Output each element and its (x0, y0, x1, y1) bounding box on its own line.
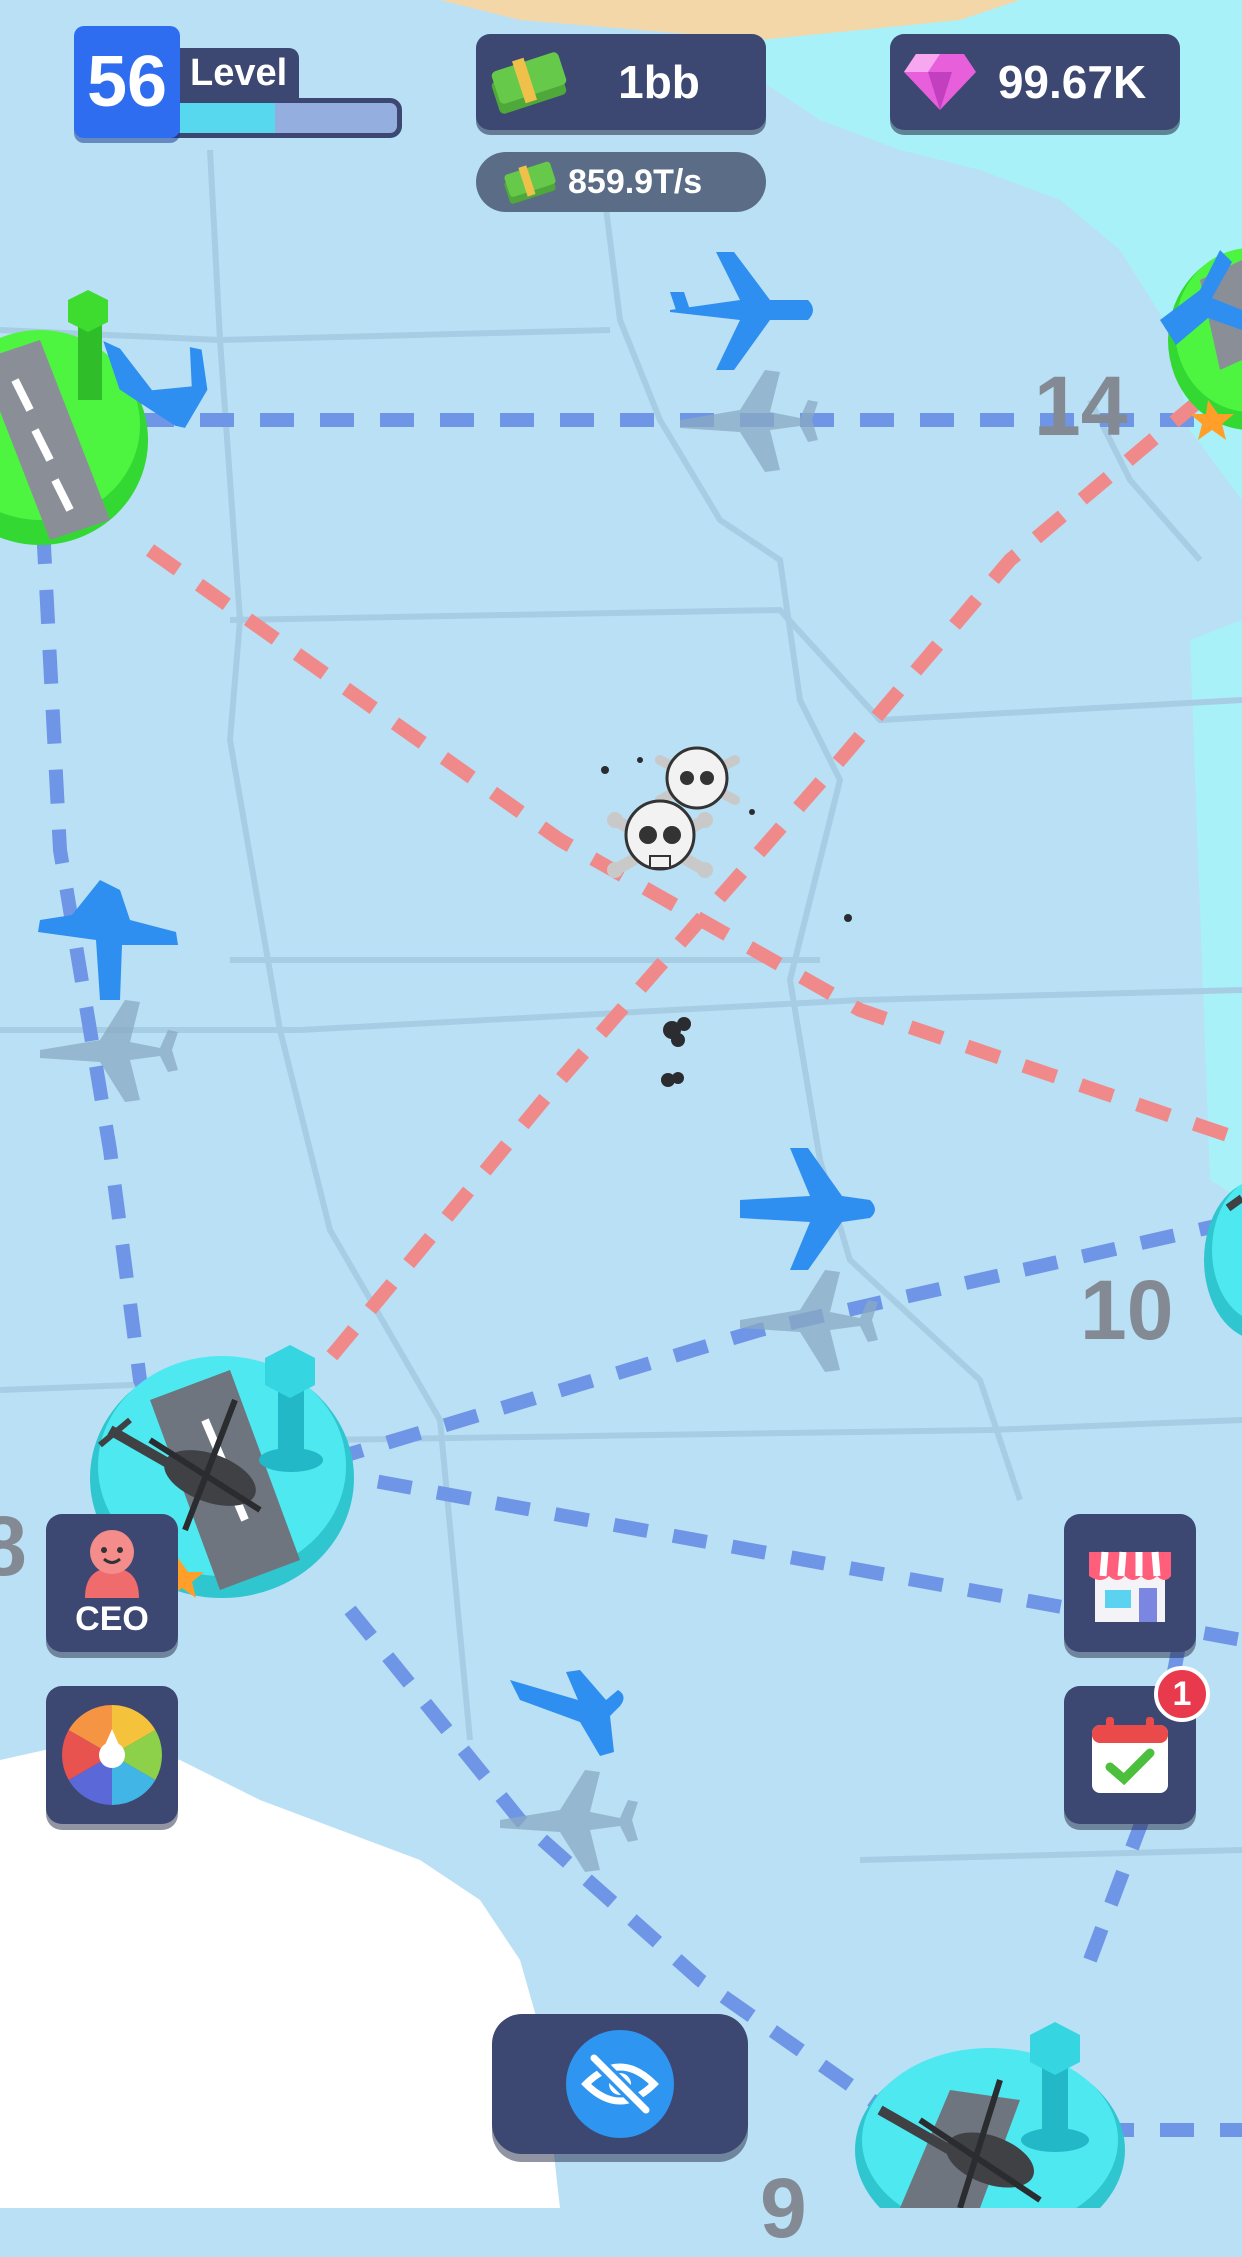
skull-crossbones-icon (607, 746, 740, 878)
region-number-10: 10 (1080, 1263, 1174, 1357)
region-number-9: 9 (760, 2161, 807, 2255)
money-counter[interactable]: 1bb (476, 34, 766, 130)
shop-icon (1089, 1551, 1171, 1622)
eye-off-icon (566, 2030, 674, 2138)
level-number-badge[interactable]: 56 (74, 26, 180, 138)
income-rate-value: 859.9T/s (568, 162, 703, 201)
ceo-label: CEO (75, 1599, 149, 1638)
money-value: 1bb (618, 56, 700, 108)
ceo-button[interactable]: CEO (46, 1514, 178, 1652)
level-label: Level (178, 48, 300, 98)
notification-badge: 1 (1154, 1666, 1210, 1722)
shop-button[interactable] (1064, 1514, 1196, 1652)
gem-counter[interactable]: 99.67K (890, 34, 1180, 130)
hide-ui-button[interactable] (492, 2014, 748, 2154)
cash-stack-icon (504, 161, 556, 204)
calendar-check-icon (1092, 1717, 1168, 1793)
region-number-8: 8 (0, 1499, 27, 1593)
world-map (0, 0, 1242, 2208)
color-wheel-icon (62, 1705, 162, 1805)
income-rate-pill: 859.9T/s (476, 152, 766, 212)
level-progress-fill (175, 103, 275, 133)
ceo-avatar-icon (85, 1529, 139, 1598)
level-progress-bar (170, 98, 402, 138)
cash-stack-icon (491, 52, 567, 114)
region-number-14: 14 (1034, 359, 1128, 453)
diamond-icon (904, 54, 976, 110)
gem-value: 99.67K (997, 56, 1147, 108)
daily-tasks-button[interactable]: 1 (1064, 1666, 1210, 1824)
spin-wheel-button[interactable] (46, 1686, 178, 1824)
